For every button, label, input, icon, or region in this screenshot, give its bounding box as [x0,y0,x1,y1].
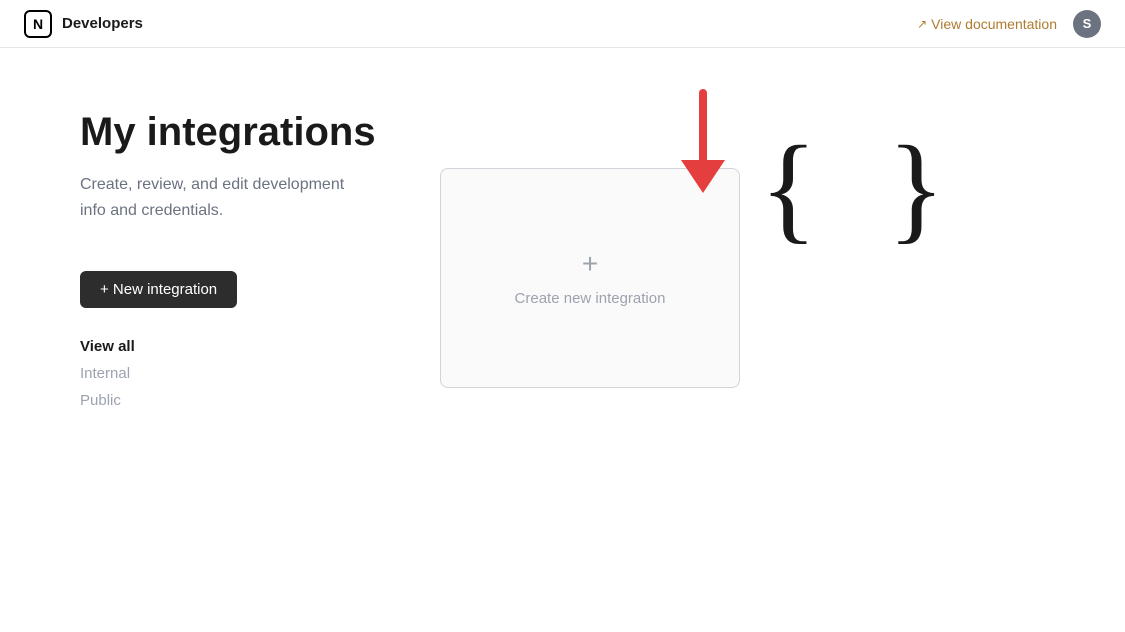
notion-logo: N [24,10,52,38]
new-integration-label: + New integration [100,281,217,298]
create-card-label: Create new integration [515,290,666,307]
nav-view-all[interactable]: View all [80,336,420,357]
page-subtitle: Create, review, and edit development inf… [80,172,360,223]
red-arrow-svg [673,88,733,198]
plus-icon: + [582,250,598,278]
new-integration-button[interactable]: + New integration [80,271,237,308]
logo-text: N [33,16,43,32]
sidebar-nav: View all Internal Public [80,336,420,411]
right-panel: { } + Create new integration [420,108,1045,632]
red-arrow-indicator [673,88,733,203]
header-left: N Developers [24,10,143,38]
view-docs-label: View documentation [931,16,1057,32]
nav-item-public[interactable]: Public [80,390,420,411]
header: N Developers ↗ View documentation S [0,0,1125,48]
avatar-label: S [1083,16,1092,31]
header-right: ↗ View documentation S [917,10,1101,38]
left-panel: My integrations Create, review, and edit… [80,108,420,632]
nav-item-internal[interactable]: Internal [80,363,420,384]
external-link-icon: ↗ [917,17,927,31]
page-title: My integrations [80,108,420,156]
view-docs-link[interactable]: ↗ View documentation [917,16,1057,32]
avatar[interactable]: S [1073,10,1101,38]
header-title: Developers [62,15,143,32]
main-content: My integrations Create, review, and edit… [0,48,1125,632]
